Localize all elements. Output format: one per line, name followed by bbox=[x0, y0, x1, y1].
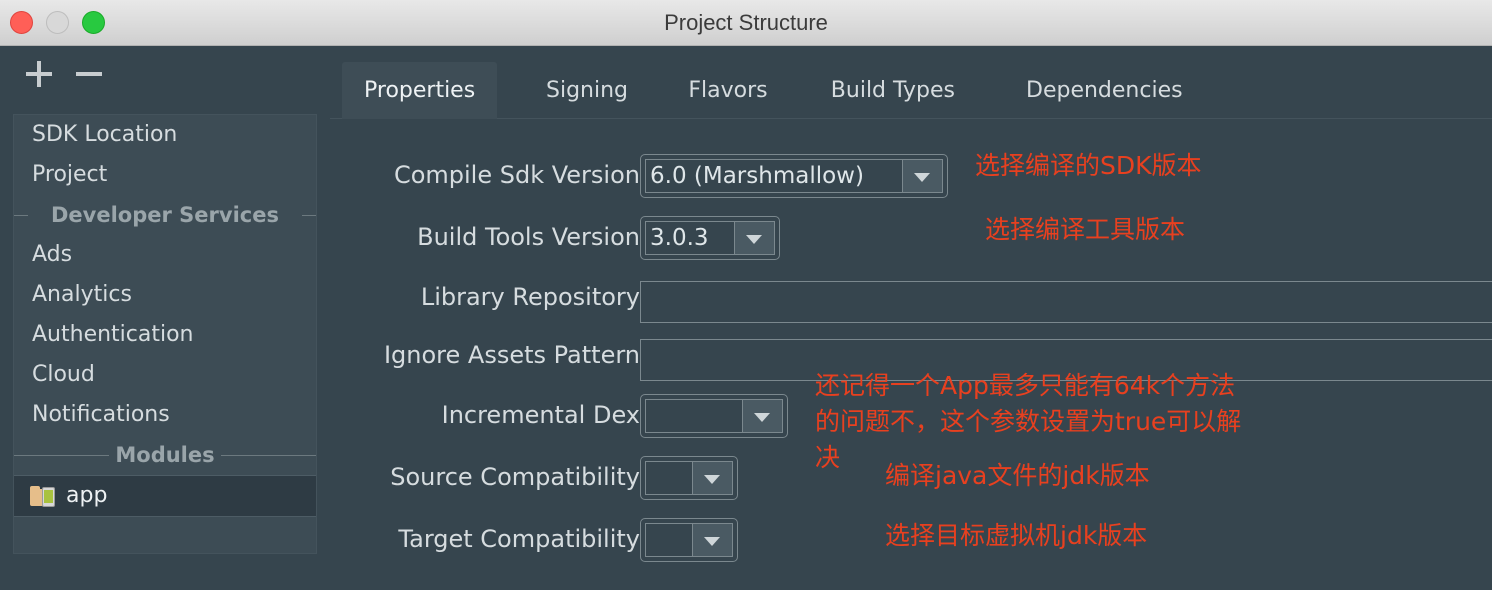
chevron-down-icon[interactable] bbox=[693, 523, 733, 557]
combobox-source-compatibility[interactable] bbox=[640, 456, 738, 500]
combobox-value[interactable] bbox=[645, 461, 693, 495]
sidebar-item-label: Ads bbox=[32, 242, 73, 267]
window-title: Project Structure bbox=[664, 10, 828, 35]
sidebar-item-sdk-location[interactable]: SDK Location bbox=[14, 115, 316, 155]
sidebar-item-ads[interactable]: Ads bbox=[14, 235, 316, 275]
annotation-text: 编译java文件的jdk版本 bbox=[885, 461, 1150, 490]
tab-dependencies[interactable]: Dependencies bbox=[1004, 62, 1205, 119]
sidebar-group-developer-services: Developer Services bbox=[14, 195, 316, 235]
tab-bar: Properties Signing Flavors Build Types Depen… bbox=[330, 46, 1492, 119]
sidebar-item-project[interactable]: Project bbox=[14, 155, 316, 195]
chevron-down-icon[interactable] bbox=[735, 221, 775, 255]
annotation-text: 选择目标虚拟机jdk版本 bbox=[885, 521, 1148, 550]
sidebar-item-label: Cloud bbox=[32, 362, 95, 387]
combobox-value[interactable] bbox=[645, 523, 693, 557]
sidebar-group-label: Developer Services bbox=[51, 203, 279, 227]
chevron-down-icon[interactable] bbox=[743, 399, 783, 433]
tab-label: Dependencies bbox=[1026, 78, 1183, 103]
remove-module-icon[interactable] bbox=[74, 60, 104, 88]
sidebar-item-cloud[interactable]: Cloud bbox=[14, 355, 316, 395]
field-control bbox=[640, 518, 738, 562]
chevron-down-icon[interactable] bbox=[903, 159, 943, 193]
form-row: Library Repository bbox=[330, 267, 1492, 327]
tab-properties[interactable]: Properties bbox=[342, 62, 498, 119]
field-label: Library Repository bbox=[420, 283, 640, 311]
sidebar-group-modules: Modules bbox=[14, 435, 316, 475]
tab-label: Properties bbox=[364, 78, 476, 103]
divider-line-right bbox=[302, 215, 316, 216]
sidebar-item-label: Notifications bbox=[32, 402, 170, 427]
window-titlebar: Project Structure bbox=[0, 0, 1492, 46]
form-row: Build Tools Version 3.0.3 bbox=[330, 207, 1492, 267]
module-folder-icon bbox=[30, 486, 56, 507]
field-control bbox=[640, 394, 788, 438]
divider-line-right bbox=[221, 455, 316, 456]
tab-build-types[interactable]: Build Types bbox=[809, 62, 977, 119]
field-label: Compile Sdk Version bbox=[393, 161, 640, 189]
combobox-build-tools-version[interactable]: 3.0.3 bbox=[640, 216, 780, 260]
sidebar-item-label: Project bbox=[32, 162, 108, 187]
tab-signing[interactable]: Signing bbox=[524, 62, 650, 119]
field-label: Build Tools Version bbox=[417, 223, 640, 251]
chevron-down-icon[interactable] bbox=[693, 461, 733, 495]
combobox-incremental-dex[interactable] bbox=[640, 394, 788, 438]
combobox-value[interactable]: 3.0.3 bbox=[645, 221, 735, 255]
form-row: Compile Sdk Version 6.0 (Marshmallow) bbox=[330, 145, 1492, 205]
field-label: Ignore Assets Pattern bbox=[383, 341, 640, 369]
sidebar-item-app[interactable]: app bbox=[14, 475, 316, 517]
sidebar-item-label: Authentication bbox=[32, 322, 194, 347]
tab-label: Signing bbox=[546, 78, 629, 103]
annotation-text: 选择编译工具版本 bbox=[985, 215, 1186, 244]
sidebar: SDK Location Project Developer Services Ads… bbox=[0, 46, 330, 590]
sidebar-list: SDK Location Project Developer Services Ads… bbox=[13, 114, 317, 554]
sidebar-item-authentication[interactable]: Authentication bbox=[14, 315, 316, 355]
field-label: Incremental Dex bbox=[441, 401, 640, 429]
add-module-icon[interactable] bbox=[24, 60, 54, 88]
field-label: Source Compatibility bbox=[390, 463, 640, 491]
combobox-compile-sdk-version[interactable]: 6.0 (Marshmallow) bbox=[640, 154, 948, 198]
combobox-value[interactable] bbox=[645, 399, 743, 433]
field-control: 6.0 (Marshmallow) bbox=[640, 154, 948, 198]
tab-label: Flavors bbox=[688, 78, 768, 103]
divider-line-left bbox=[14, 455, 109, 456]
sidebar-item-label: SDK Location bbox=[32, 122, 178, 147]
sidebar-item-label: Analytics bbox=[32, 282, 132, 307]
sidebar-item-analytics[interactable]: Analytics bbox=[14, 275, 316, 315]
sidebar-group-label: Modules bbox=[115, 443, 215, 467]
divider-line-left bbox=[14, 215, 28, 216]
combobox-value[interactable]: 6.0 (Marshmallow) bbox=[645, 159, 903, 193]
field-control bbox=[640, 456, 738, 500]
combobox-target-compatibility[interactable] bbox=[640, 518, 738, 562]
sidebar-item-label: app bbox=[66, 483, 108, 508]
sidebar-toolbar bbox=[0, 46, 330, 100]
textfield-library-repository[interactable] bbox=[640, 281, 1492, 323]
field-control: 3.0.3 bbox=[640, 216, 780, 260]
sidebar-item-notifications[interactable]: Notifications bbox=[14, 395, 316, 435]
field-label: Target Compatibility bbox=[398, 525, 640, 553]
tab-label: Build Types bbox=[830, 78, 956, 103]
annotation-text: 选择编译的SDK版本 bbox=[975, 151, 1202, 180]
project-structure-window: Project Structure SDK Location Project Dev… bbox=[0, 0, 1492, 590]
tab-flavors[interactable]: Flavors bbox=[666, 62, 789, 119]
main-panel: Properties Signing Flavors Build Types Depen… bbox=[330, 46, 1492, 590]
